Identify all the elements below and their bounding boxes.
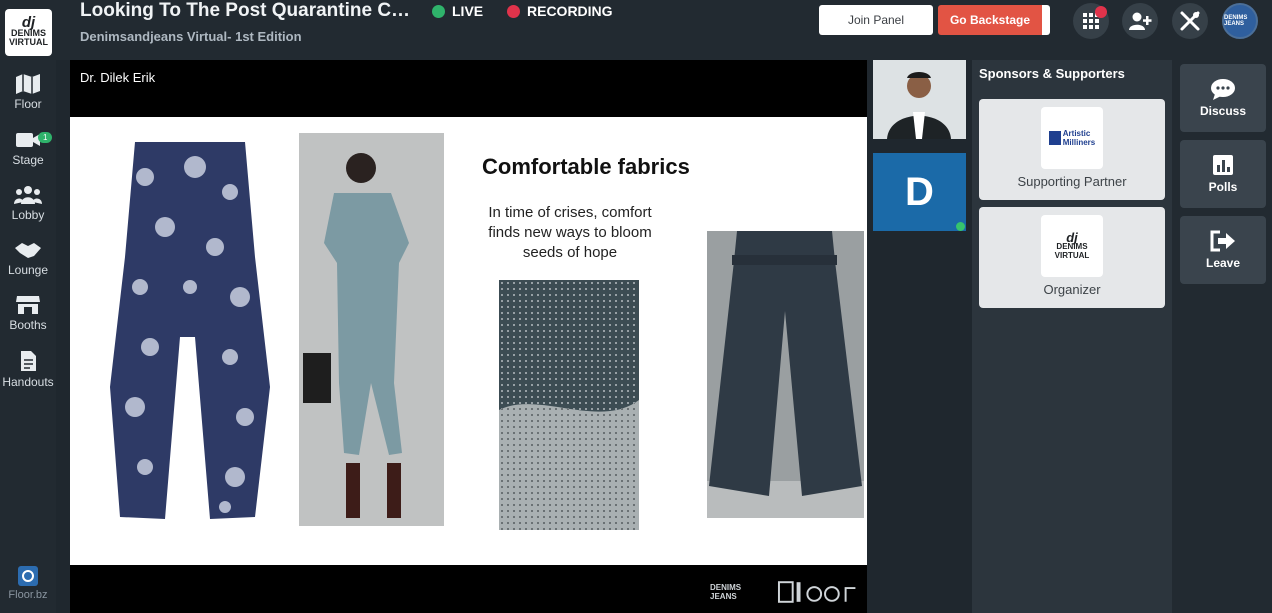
tools-button[interactable] xyxy=(1172,3,1208,39)
nav-item-floor[interactable]: Floor xyxy=(0,74,56,124)
add-user-button[interactable] xyxy=(1122,3,1158,39)
slide-text: In time of crises, comfort finds new way… xyxy=(488,204,652,261)
user-avatar[interactable]: DENIMS JEANS xyxy=(1222,3,1258,39)
live-dot-icon xyxy=(432,4,445,18)
top-header: dj DENIMS VIRTUAL Looking To The Post Qu… xyxy=(0,0,1272,60)
sponsor-card-organizer[interactable]: dj DENIMS VIRTUAL Organizer xyxy=(979,207,1165,308)
slide-title: Comfortable fabrics xyxy=(482,154,690,179)
polls-button[interactable]: Polls xyxy=(1180,140,1266,208)
speaker-video-feed xyxy=(873,60,966,139)
nav-item-lobby[interactable]: Lobby xyxy=(0,185,56,235)
session-title: Looking To The Post Quarantine Cons... xyxy=(80,0,420,21)
stage-area: Dr. Dilek Erik Comfortable fabrics In ti… xyxy=(70,60,867,613)
right-action-bar: Discuss Polls Leave xyxy=(1172,60,1272,613)
map-icon xyxy=(16,74,40,94)
nav-item-handouts[interactable]: Handouts xyxy=(0,350,56,400)
online-status-dot xyxy=(956,222,965,231)
go-backstage-button[interactable]: Go Backstage xyxy=(938,5,1050,35)
stage-footer-branding: DENIMS JEANS xyxy=(710,580,867,604)
discuss-button[interactable]: Discuss xyxy=(1180,64,1266,132)
chat-icon xyxy=(1211,79,1235,100)
camera-icon xyxy=(16,133,40,147)
nav-item-booths[interactable]: Booths xyxy=(0,295,56,345)
tools-icon xyxy=(1180,11,1200,31)
nav-item-stage[interactable]: 1 Stage xyxy=(0,130,56,180)
jumpsuit-model-image xyxy=(299,133,444,526)
wide-pants-image xyxy=(707,231,864,518)
store-icon xyxy=(16,296,40,314)
recording-status: RECORDING xyxy=(507,3,613,19)
live-status: LIVE xyxy=(432,3,483,19)
handshake-icon xyxy=(15,243,41,258)
participant-video-tile[interactable]: D xyxy=(873,153,966,231)
leave-button[interactable]: Leave xyxy=(1180,216,1266,284)
notification-badge xyxy=(1095,6,1107,18)
participant-initial: D xyxy=(905,169,934,214)
speaker-video-tile[interactable] xyxy=(873,60,966,139)
floral-pants-image xyxy=(110,142,270,519)
logo-square-icon xyxy=(1048,131,1061,145)
floor-brand[interactable]: Floor.bz xyxy=(0,565,56,613)
add-user-icon xyxy=(1129,12,1152,30)
sponsor-card-supporting-partner[interactable]: Artistic Milliners Supporting Partner xyxy=(979,99,1165,200)
event-logo-mark: dj DENIMS VIRTUAL xyxy=(9,14,48,47)
document-icon xyxy=(21,351,36,371)
speaker-name: Dr. Dilek Erik xyxy=(80,70,156,85)
recording-dot-icon xyxy=(507,4,520,18)
sponsors-panel: Sponsors & Supporters Artistic Milliners… xyxy=(972,60,1172,613)
left-navigation: Floor 1 Stage Lobby Lounge Booths Handou… xyxy=(0,60,56,613)
event-logo[interactable]: dj DENIMS VIRTUAL xyxy=(5,9,52,56)
join-panel-button[interactable]: Join Panel xyxy=(819,5,933,35)
sponsor-label: Supporting Partner xyxy=(1017,174,1127,189)
artistic-milliners-logo: Artistic Milliners xyxy=(1041,107,1103,169)
apps-grid-button[interactable] xyxy=(1073,3,1109,39)
people-icon xyxy=(14,186,42,204)
floor-wordmark-icon xyxy=(777,581,856,603)
presentation-slide: Comfortable fabrics In time of crises, c… xyxy=(70,117,867,565)
stage-count-badge: 1 xyxy=(38,132,53,143)
sponsors-title: Sponsors & Supporters xyxy=(979,66,1125,81)
fabric-closeup-image xyxy=(499,280,639,530)
sponsor-label: Organizer xyxy=(1043,282,1101,297)
denims-jeans-logo: dj DENIMS VIRTUAL xyxy=(1041,215,1103,277)
event-subtitle: Denimsandjeans Virtual- 1st Edition xyxy=(80,29,302,44)
floor-logo-icon xyxy=(18,566,38,586)
nav-item-lounge[interactable]: Lounge xyxy=(0,240,56,290)
poll-icon xyxy=(1213,155,1233,175)
exit-icon xyxy=(1210,230,1235,252)
